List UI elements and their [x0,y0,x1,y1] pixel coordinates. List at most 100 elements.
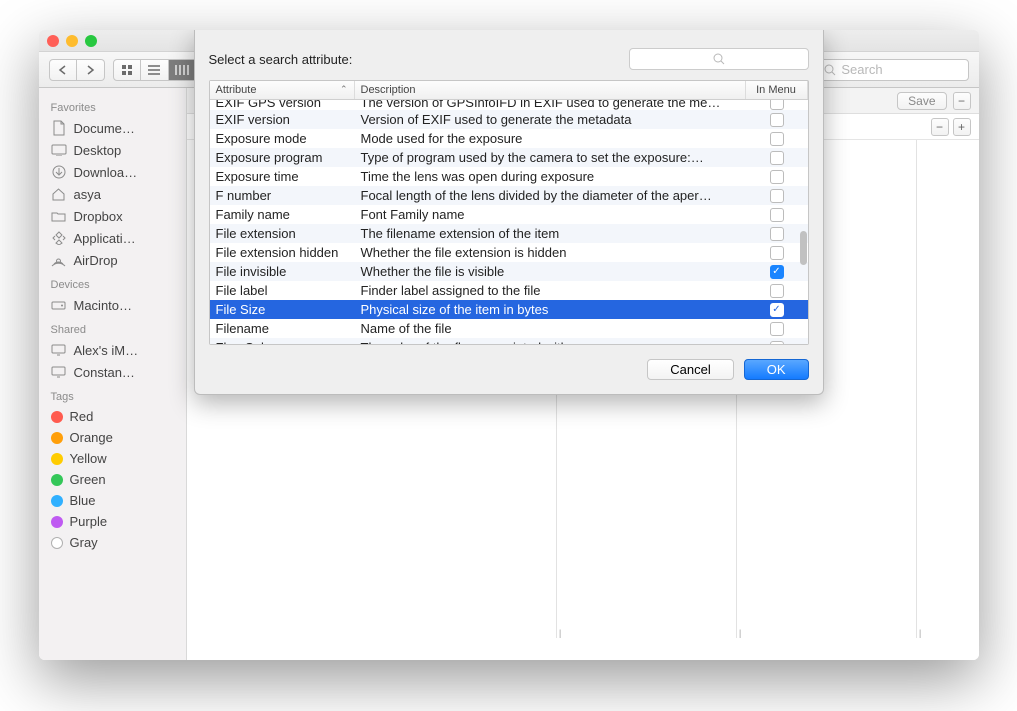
column-view-button[interactable] [169,59,197,81]
criteria-remove-button[interactable]: − [931,118,949,136]
in-menu-checkbox[interactable] [770,170,784,184]
list-view-button[interactable] [141,59,169,81]
cell-inmenu [746,246,808,260]
sidebar-item[interactable]: Dropbox [39,205,186,227]
cancel-button[interactable]: Cancel [647,359,733,380]
sidebar-item-label: Docume… [74,121,135,136]
cell-description: Name of the file [355,321,746,336]
sheet-search-field[interactable] [629,48,809,70]
cell-attribute: File extension [210,226,355,241]
scrollbar-thumb[interactable] [800,231,807,265]
sidebar-item[interactable]: Desktop [39,139,186,161]
sidebar-item[interactable]: AirDrop [39,249,186,271]
in-menu-checkbox[interactable] [770,189,784,203]
table-row[interactable]: Exposure timeTime the lens was open duri… [210,167,808,186]
sidebar-tag-item[interactable]: Gray [39,532,186,553]
table-row[interactable]: File labelFinder label assigned to the f… [210,281,808,300]
in-menu-checkbox[interactable]: ✓ [770,265,784,279]
cell-attribute: F number [210,188,355,203]
cell-inmenu [746,151,808,165]
download-icon [51,164,67,180]
cell-attribute: EXIF version [210,112,355,127]
in-menu-checkbox[interactable] [770,227,784,241]
table-row[interactable]: F numberFocal length of the lens divided… [210,186,808,205]
sidebar-item[interactable]: Docume… [39,117,186,139]
sidebar-item[interactable]: Alex's iM… [39,339,186,361]
sidebar-tag-item[interactable]: Green [39,469,186,490]
sidebar-item[interactable]: Applicati… [39,227,186,249]
icon-view-button[interactable] [113,59,141,81]
in-menu-checkbox[interactable] [770,341,784,345]
sidebar-item-label: Red [70,409,94,424]
col-header-inmenu[interactable]: In Menu [746,81,808,99]
cell-inmenu [746,322,808,336]
in-menu-checkbox[interactable] [770,100,784,110]
close-button[interactable] [47,35,59,47]
sidebar-tag-item[interactable]: Yellow [39,448,186,469]
sidebar: Favorites Docume…DesktopDownloa…asyaDrop… [39,88,187,660]
sheet-title: Select a search attribute: [209,52,353,67]
cell-attribute: Exposure time [210,169,355,184]
sidebar-item[interactable]: Downloa… [39,161,186,183]
sidebar-item[interactable]: asya [39,183,186,205]
table-row[interactable]: File invisibleWhether the file is visibl… [210,262,808,281]
back-button[interactable] [49,59,77,81]
sidebar-item-label: Downloa… [74,165,138,180]
in-menu-checkbox[interactable] [770,208,784,222]
sidebar-item-label: Yellow [70,451,107,466]
in-menu-checkbox[interactable] [770,151,784,165]
tag-dot-icon [51,537,63,549]
sidebar-item[interactable]: Constan… [39,361,186,383]
sidebar-item-label: Alex's iM… [74,343,139,358]
in-menu-checkbox[interactable]: ✓ [770,303,784,317]
table-row[interactable]: Exposure programType of program used by … [210,148,808,167]
home-icon [51,186,67,202]
table-row[interactable]: File extension hiddenWhether the file ex… [210,243,808,262]
cell-description: The filename extension of the item [355,226,746,241]
attribute-table: Attribute Description In Menu EXIF GPS v… [209,80,809,345]
cell-attribute: Exposure program [210,150,355,165]
sidebar-head-tags: Tags [39,383,186,406]
folder-icon [51,208,67,224]
in-menu-checkbox[interactable] [770,113,784,127]
minimize-button[interactable] [66,35,78,47]
zoom-button[interactable] [85,35,97,47]
in-menu-checkbox[interactable] [770,322,784,336]
cell-attribute: File Size [210,302,355,317]
cell-description: Time the lens was open during exposure [355,169,746,184]
sidebar-tag-item[interactable]: Orange [39,427,186,448]
col-header-attribute[interactable]: Attribute [210,81,355,99]
sidebar-tag-item[interactable]: Blue [39,490,186,511]
remove-criteria-button[interactable]: − [953,92,971,110]
finder-window: Searching “This Mac” ⚙︎ ◉ Search [39,30,979,660]
table-row[interactable]: FilenameName of the file [210,319,808,338]
sidebar-item-label: Green [70,472,106,487]
table-row[interactable]: Family nameFont Family name [210,205,808,224]
sidebar-tag-item[interactable]: Purple [39,511,186,532]
sidebar-item-label: AirDrop [74,253,118,268]
cell-attribute: Flag Color [210,340,355,344]
sidebar-tag-item[interactable]: Red [39,406,186,427]
forward-button[interactable] [77,59,105,81]
cell-inmenu: ✓ [746,303,808,317]
in-menu-checkbox[interactable] [770,284,784,298]
tag-dot-icon [51,411,63,423]
col-header-description[interactable]: Description [355,81,746,99]
cell-description: Version of EXIF used to generate the met… [355,112,746,127]
table-row[interactable]: EXIF versionVersion of EXIF used to gene… [210,110,808,129]
search-placeholder: Search [841,62,882,77]
table-row[interactable]: EXIF GPS versionThe version of GPSInfoIF… [210,100,808,110]
sidebar-item[interactable]: Macinto… [39,294,186,316]
ok-button[interactable]: OK [744,359,809,380]
column-grip-icon[interactable]: || [919,628,920,638]
table-row[interactable]: File SizePhysical size of the item in by… [210,300,808,319]
in-menu-checkbox[interactable] [770,246,784,260]
table-row[interactable]: Flag ColorThe color of the flag associat… [210,338,808,344]
save-search-button[interactable]: Save [897,92,946,110]
table-row[interactable]: Exposure modeMode used for the exposure [210,129,808,148]
in-menu-checkbox[interactable] [770,132,784,146]
table-row[interactable]: File extensionThe filename extension of … [210,224,808,243]
cell-description: Mode used for the exposure [355,131,746,146]
search-icon [713,53,725,65]
criteria-add-button[interactable]: + [953,118,971,136]
